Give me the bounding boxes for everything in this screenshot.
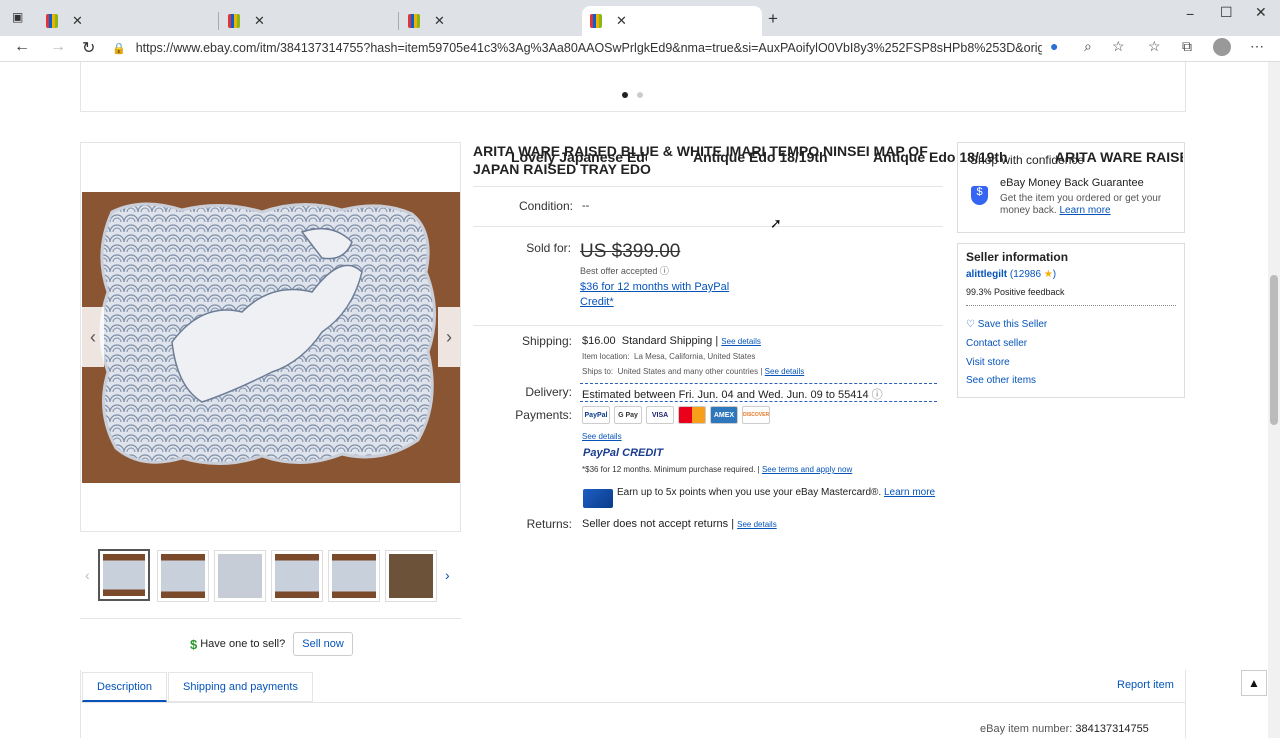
image-next-button[interactable]: › — [438, 307, 460, 367]
extension-icon[interactable]: ● — [1050, 38, 1058, 54]
thumbnail-1[interactable] — [98, 549, 150, 601]
returns-value: Seller does not accept returns | See det… — [582, 518, 777, 530]
lock-icon: 🔒 — [112, 42, 126, 55]
thumbnail-6[interactable] — [385, 550, 437, 602]
ebay-favicon-icon — [228, 14, 240, 28]
delivery-estimate: Estimated between Fri. Jun. 04 and Wed. … — [582, 389, 883, 401]
tab-shipping-payments[interactable]: Shipping and payments — [168, 672, 313, 702]
guarantee-learn-more-link[interactable]: Learn more — [1059, 205, 1110, 216]
back-to-top-button[interactable]: ▲ — [1241, 670, 1267, 696]
mouse-cursor-icon: ➚ — [770, 215, 782, 231]
browser-tab-4-active[interactable]: ARITA WARE RAISED BLUE & WH ✕ — [582, 6, 1183, 165]
favorite-star-icon[interactable]: ☆ — [1112, 38, 1125, 55]
new-tab-icon[interactable]: + — [768, 9, 778, 29]
shipping-line: $16.00 Standard Shipping | See details — [582, 335, 761, 347]
profile-avatar[interactable] — [1213, 38, 1231, 56]
tab-description[interactable]: Description — [82, 672, 168, 702]
url-field[interactable]: 🔒 https://www.ebay.com/itm/384137314755?… — [112, 38, 1042, 58]
condition-value: -- — [582, 200, 590, 212]
contact-seller-link[interactable]: Contact seller — [966, 338, 1027, 349]
thumbnail-strip: ‹ › — [85, 547, 460, 609]
zoom-icon[interactable]: ⌕ — [1084, 38, 1092, 55]
forward-icon[interactable]: → — [50, 38, 66, 56]
seller-name-line: alittlegilt (12986 ★) — [966, 269, 1057, 280]
see-other-items-link[interactable]: See other items — [966, 375, 1036, 386]
thumb-prev-icon[interactable]: ‹ — [85, 567, 90, 583]
have-one-to-sell: $ Have one to sell? Sell now — [190, 632, 353, 656]
shield-icon: $ — [971, 186, 988, 205]
info-icon: ⓘ — [659, 266, 669, 276]
visa-icon: VISA — [646, 406, 674, 424]
browser-tab-bar: ▣ Lovely Japanese Edo Period 19th ✕ Anti… — [0, 0, 1280, 165]
seller-name-link[interactable]: alittlegilt — [966, 269, 1007, 280]
thumbnail-2[interactable] — [157, 550, 209, 602]
heart-icon: ♡ — [966, 319, 975, 330]
learn-more-link[interactable]: Learn more — [884, 487, 935, 498]
discover-icon: DISCOVER — [742, 406, 770, 424]
close-tab-icon[interactable]: ✕ — [72, 13, 83, 29]
minimize-icon[interactable]: − — [1186, 6, 1194, 22]
tab-actions-icon[interactable]: ▣ — [12, 10, 23, 24]
image-prev-button[interactable]: ‹ — [82, 307, 104, 367]
returns-see-details-link[interactable]: See details — [737, 520, 777, 529]
browser-tab-3[interactable]: Antique Edo 18/19th C Porcelain ✕ — [400, 6, 1009, 165]
save-seller-link[interactable]: ♡ Save this Seller — [966, 319, 1047, 330]
more-menu-icon[interactable]: ⋯ — [1250, 38, 1264, 55]
report-item-link[interactable]: Report item — [1117, 679, 1174, 691]
carousel-dot[interactable] — [637, 92, 643, 98]
paypal-credit-logo: PayPal CREDIT — [583, 447, 664, 459]
ebay-mastercard-icon — [583, 489, 613, 508]
close-tab-icon[interactable]: ✕ — [434, 13, 445, 29]
shipping-see-details-link[interactable]: See details — [721, 337, 761, 346]
browser-tab-2[interactable]: Antique Edo 18/19th C Porcelain ✕ — [220, 6, 829, 165]
paypal-logo-icon: PayPal — [582, 406, 610, 424]
info-icon: ⓘ — [871, 389, 883, 401]
mastercard-icon: MC — [678, 406, 706, 424]
main-item-image[interactable] — [82, 192, 460, 483]
ebay-favicon-icon — [408, 14, 420, 28]
back-icon[interactable]: ← — [14, 38, 30, 56]
thumb-next-icon[interactable]: › — [445, 567, 450, 583]
collections-icon[interactable]: ⧉ — [1182, 38, 1192, 55]
dollar-icon: $ — [190, 636, 198, 652]
thumbnail-4[interactable] — [271, 550, 323, 602]
close-window-icon[interactable]: ✕ — [1255, 4, 1267, 21]
best-offer-text: Best offer accepted ⓘ — [580, 266, 669, 276]
visit-store-link[interactable]: Visit store — [966, 357, 1010, 368]
maximize-icon[interactable]: ☐ — [1220, 4, 1233, 21]
close-tab-icon[interactable]: ✕ — [254, 13, 265, 29]
google-pay-icon: G Pay — [614, 406, 642, 424]
thumbnail-3[interactable] — [214, 550, 266, 602]
sold-price: US $399.00 — [580, 241, 681, 262]
scrollbar-thumb[interactable] — [1270, 275, 1278, 425]
refresh-icon[interactable]: ↻ — [82, 38, 95, 58]
sell-now-button[interactable]: Sell now — [293, 632, 353, 656]
ships-see-details-link[interactable]: See details — [765, 367, 805, 376]
carousel-dot-active[interactable] — [622, 92, 628, 98]
carousel-card — [80, 62, 1186, 112]
close-tab-icon[interactable]: ✕ — [616, 13, 627, 29]
amex-icon: AMEX — [710, 406, 738, 424]
star-icon: ★ — [1043, 269, 1053, 280]
payments-see-details-link[interactable]: See details — [582, 432, 622, 441]
browser-tab-1[interactable]: Lovely Japanese Edo Period 19th ✕ — [38, 6, 647, 165]
paypal-credit-link[interactable]: $36 for 12 months with PayPal Credit* — [580, 280, 750, 310]
item-title: ARITA WARE RAISED BLUE & WHITE IMARI TEM… — [473, 143, 928, 177]
see-terms-link[interactable]: See terms and apply now — [762, 465, 852, 474]
thumbnail-5[interactable] — [328, 550, 380, 602]
chevron-up-icon: ▲ — [1248, 676, 1260, 690]
ebay-favicon-icon — [590, 14, 602, 28]
favorites-icon[interactable]: ☆ — [1148, 38, 1161, 55]
ebay-favicon-icon — [46, 14, 58, 28]
